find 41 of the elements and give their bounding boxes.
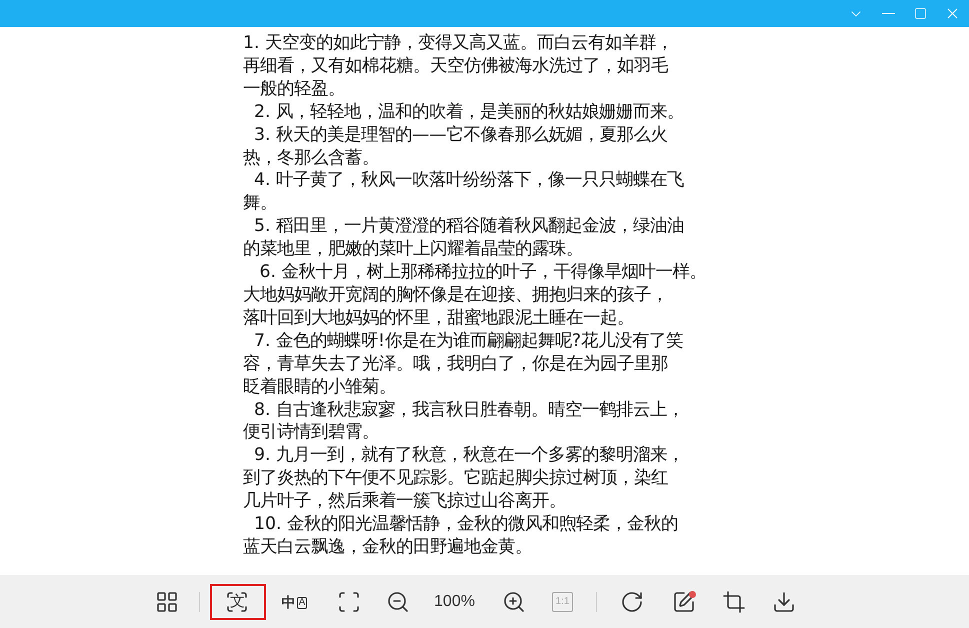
- translate-button[interactable]: 中 A: [270, 584, 320, 620]
- document-line: 6. 金秋十月，树上那稀稀拉拉的叶子，干得像旱烟叶一样。: [258, 261, 706, 284]
- document-line: 7. 金色的蝴蝶呀!你是在为谁而翩翩起舞呢?花儿没有了笑: [252, 330, 684, 353]
- chinese-glyph: 中: [282, 594, 296, 608]
- latin-glyph: A: [296, 596, 308, 608]
- fit-window-icon: [336, 590, 360, 614]
- document-line: 再细看，又有如棉花糖。天空仿佛被海水洗过了，如羽毛: [243, 54, 670, 78]
- document-line: 容，青草失去了光泽。哦，我明白了，你是在为园子里那: [243, 352, 669, 376]
- document-line: 3. 秋天的美是理智的——它不像春那么妩媚，夏那么火: [252, 124, 669, 147]
- rotate-icon: [620, 590, 644, 614]
- document-line: 4. 叶子黄了，秋风一吹落叶纷纷落下，像一只只蝴蝶在飞: [252, 169, 685, 192]
- crop-icon: [722, 590, 746, 614]
- document-line: 9. 九月一到，就有了秋意，秋意在一个多雾的黎明溜来，: [252, 444, 685, 468]
- document-line: 落叶回到大地妈妈的怀里，甜蜜地跟泥土睡在一起。: [243, 306, 635, 330]
- edit-icon: [672, 590, 696, 614]
- download-icon: [772, 590, 796, 614]
- zoom-in-icon: [502, 590, 526, 614]
- maximize-icon: [914, 7, 926, 20]
- document-line: 热，冬那么含蓄。: [243, 146, 380, 170]
- document-line: 一般的轻盈。: [243, 78, 346, 101]
- document-line: 的菜地里，肥嫩的菜叶上闪耀着晶莹的露珠。: [243, 238, 584, 262]
- zoom-level: 100%: [433, 592, 476, 612]
- document-line: 1. 天空变的如此宁静，变得又高又蓝。而白云有如羊群，: [243, 32, 674, 55]
- document-line: 大地妈妈敞开宽阔的胸怀像是在迎接、拥抱归来的孩子，: [243, 284, 669, 307]
- minimize-icon: [882, 12, 894, 14]
- document-line: 几片叶子，然后乘着一簇飞掠过山谷离开。: [243, 490, 567, 514]
- document-line: 2. 风，轻轻地，温和的吹着，是美丽的秋姑娘姗姗而来。: [252, 100, 685, 124]
- document-line: 蓝天白云飘逸，金秋的田野遍地金黄。: [243, 536, 533, 559]
- document-line: 眨着眼睛的小雏菊。: [243, 376, 397, 398]
- document-line: 舞。: [243, 192, 278, 216]
- document-line: 到了炎热的下午便不见踪影。它踮起脚尖掠过树顶，染红: [243, 467, 669, 490]
- document-line: 8. 自古逢秋悲寂寥，我言秋日胜春朝。晴空一鹤排云上，: [252, 398, 685, 422]
- zoom-out-icon: [386, 590, 410, 614]
- text-glyph: 文: [230, 594, 245, 609]
- document-line: 便引诗情到碧霄。: [243, 421, 380, 444]
- layout-icon: [154, 590, 178, 614]
- document-line: 5. 稻田里，一片黄澄澄的稻谷随着秋风翻起金波，绿油油: [252, 215, 685, 238]
- actual-size-label: 1:1: [552, 592, 574, 612]
- scan-frame-icon: [224, 590, 248, 614]
- document-line: 10. 金秋的阳光温馨恬静，金秋的微风和煦轻柔，金秋的: [252, 513, 679, 536]
- text-recognition-button[interactable]: 文: [210, 584, 266, 620]
